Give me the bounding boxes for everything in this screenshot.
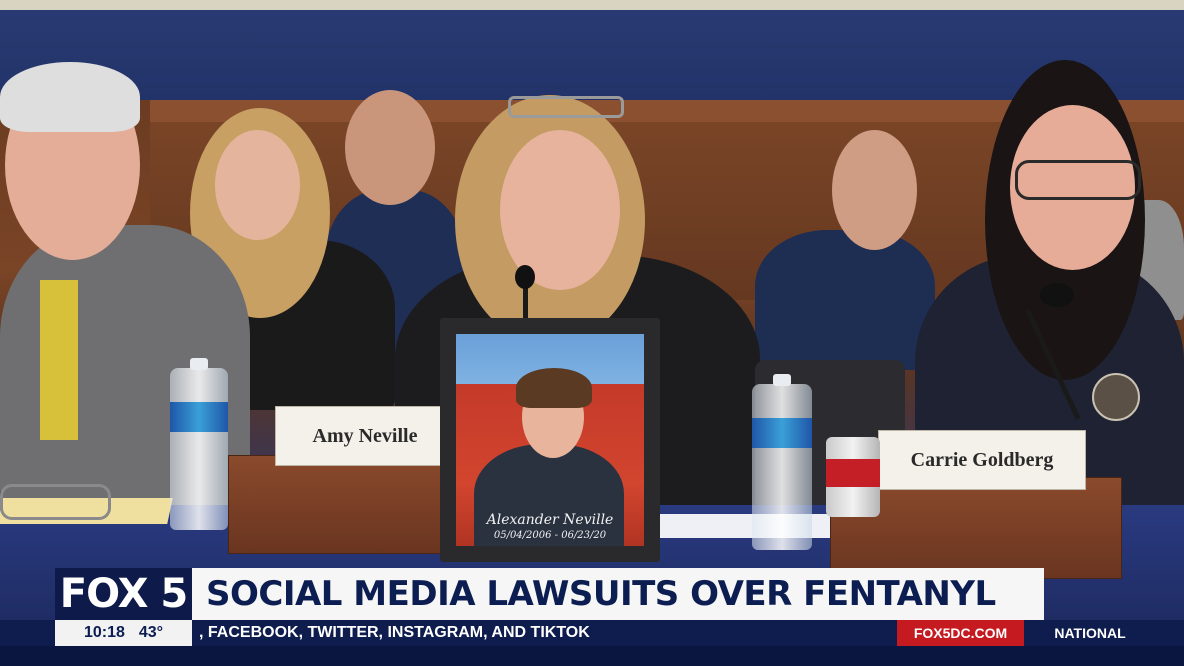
eyeglasses-on-table	[0, 484, 111, 520]
soda-can-label	[826, 459, 880, 487]
water-bottle-left-cap	[190, 358, 208, 370]
photo-subject-hair	[516, 368, 592, 408]
bottom-strip	[0, 646, 1184, 666]
nameplate-amy-neville-text: Amy Neville	[312, 424, 418, 447]
station-logo: FOX 5	[55, 568, 192, 620]
temperature: 43°	[138, 624, 164, 641]
witness-amy-sunglasses	[508, 96, 624, 118]
audience-woman-blonde-face	[215, 130, 300, 240]
nameplate-carrie-goldberg: Carrie Goldberg	[878, 430, 1086, 490]
audience-man-glasses-head	[345, 90, 435, 205]
headline-bar: SOCIAL MEDIA LAWSUITS OVER FENTANYL	[192, 568, 1044, 620]
water-bottle-left-label	[170, 402, 228, 432]
water-bottle-right	[752, 374, 812, 550]
photo-caption-name: Alexander Neville	[486, 512, 614, 528]
clock-time: 10:18	[83, 624, 125, 641]
microphone-center-head	[515, 265, 535, 289]
water-bottle-left	[170, 358, 228, 530]
audience-man-right-head	[832, 130, 917, 250]
witness-man-left-tie	[40, 280, 78, 440]
memorial-pin	[1092, 373, 1140, 421]
water-bottle-right-label	[752, 418, 812, 448]
water-bottle-right-cap	[773, 374, 791, 386]
witness-amy-face	[500, 130, 620, 290]
microphone-right-head	[1040, 283, 1074, 307]
ceiling-strip	[0, 0, 1184, 10]
hearing-scene: Amy Neville Carrie Goldberg Alexander Ne…	[0, 0, 1184, 666]
photo-caption-dates: 05/04/2006 - 06/23/20	[493, 530, 607, 541]
segment-label: NATIONAL	[1054, 625, 1126, 641]
headline-text: SOCIAL MEDIA LAWSUITS OVER FENTANYL	[206, 574, 996, 614]
nameplate-stand-left	[228, 455, 452, 554]
website-badge: FOX5DC.COM	[897, 620, 1024, 646]
memorial-photo-frame: Alexander Neville 05/04/2006 - 06/23/20	[440, 318, 660, 562]
nameplate-amy-neville: Amy Neville	[275, 406, 455, 466]
audience-man-right	[755, 230, 935, 370]
ticker-text: , FACEBOOK, TWITTER, INSTAGRAM, AND TIKT…	[199, 624, 590, 641]
time-weather-box: 10:18 43°	[55, 620, 192, 646]
memorial-photo: Alexander Neville 05/04/2006 - 06/23/20	[456, 334, 644, 546]
witness-man-left-hair	[0, 62, 140, 132]
soda-can	[826, 437, 880, 517]
nameplate-carrie-goldberg-text: Carrie Goldberg	[910, 448, 1054, 471]
station-logo-text: FOX 5	[59, 571, 188, 617]
witness-carrie-glasses	[1015, 160, 1141, 200]
